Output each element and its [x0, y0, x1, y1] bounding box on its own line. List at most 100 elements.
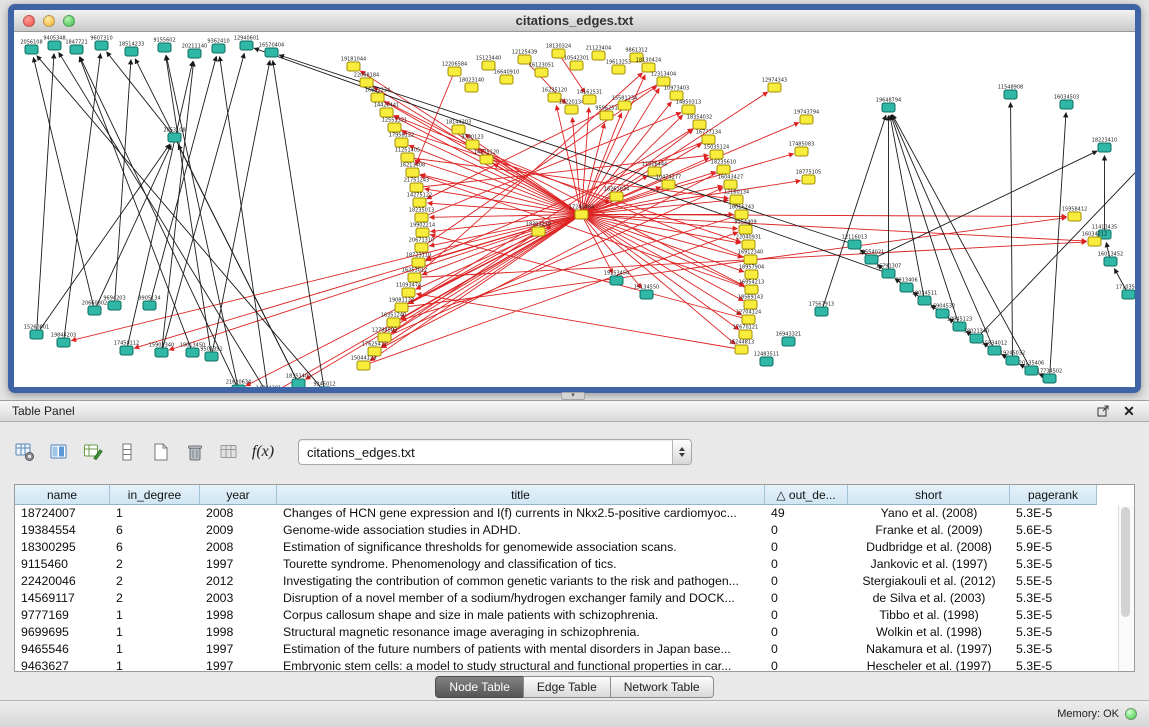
column-header-name[interactable]: name: [15, 485, 110, 505]
graph-node[interactable]: [88, 306, 101, 315]
window-titlebar[interactable]: citations_edges.txt: [14, 10, 1135, 32]
graph-node[interactable]: [240, 41, 253, 50]
graph-node[interactable]: [724, 180, 737, 189]
graph-node[interactable]: [583, 95, 596, 104]
graph-node[interactable]: [735, 345, 748, 354]
graph-node[interactable]: [745, 285, 758, 294]
graph-node[interactable]: [1098, 143, 1111, 152]
graph-node[interactable]: [95, 41, 108, 50]
graph-node[interactable]: [158, 43, 171, 52]
trash-icon[interactable]: [182, 439, 208, 465]
graph-node[interactable]: [465, 83, 478, 92]
graph-node[interactable]: [710, 150, 723, 159]
table-row[interactable]: 1830029562008Estimation of significance …: [15, 539, 1134, 556]
graph-node[interactable]: [406, 168, 419, 177]
graph-node[interactable]: [413, 198, 426, 207]
graph-node[interactable]: [575, 210, 588, 219]
table-row[interactable]: 1938455462009Genome-wide association stu…: [15, 522, 1134, 539]
graph-node[interactable]: [360, 78, 373, 87]
graph-node[interactable]: [1104, 257, 1117, 266]
split-divider-handle[interactable]: ▾: [561, 392, 585, 400]
column-header-pagerank[interactable]: pagerank: [1010, 485, 1097, 505]
graph-node[interactable]: [1088, 237, 1101, 246]
column-header-short[interactable]: short: [848, 485, 1010, 505]
table-row[interactable]: 946362711997Embryonic stem cells: a mode…: [15, 658, 1134, 672]
graph-node[interactable]: [371, 93, 384, 102]
graph-node[interactable]: [168, 133, 181, 142]
graph-node[interactable]: [742, 240, 755, 249]
graph-node[interactable]: [782, 337, 795, 346]
graph-node[interactable]: [188, 49, 201, 58]
column-header-title[interactable]: title: [277, 485, 765, 505]
graph-node[interactable]: [25, 45, 38, 54]
fx-icon[interactable]: f(x): [250, 439, 276, 465]
graph-node[interactable]: [882, 269, 895, 278]
column-header-out_de[interactable]: △ out_de...: [765, 485, 848, 505]
graph-node[interactable]: [662, 180, 675, 189]
table-row[interactable]: 911546021997Tourette syndrome. Phenomeno…: [15, 556, 1134, 573]
graph-node[interactable]: [760, 357, 773, 366]
tab-edge-table[interactable]: Edge Table: [523, 676, 611, 698]
minimize-window-icon[interactable]: [43, 15, 55, 27]
graph-node[interactable]: [402, 288, 415, 297]
graph-node[interactable]: [535, 68, 548, 77]
float-panel-icon[interactable]: [1095, 403, 1111, 419]
graph-node[interactable]: [815, 307, 828, 316]
graph-node[interactable]: [768, 83, 781, 92]
rows-icon[interactable]: [114, 439, 140, 465]
graph-node[interactable]: [155, 348, 168, 357]
graph-node[interactable]: [592, 51, 605, 60]
column-header-in_degree[interactable]: in_degree: [110, 485, 200, 505]
graph-node[interactable]: [610, 192, 623, 201]
column-header-year[interactable]: year: [200, 485, 277, 505]
table-select-combobox[interactable]: citations_edges.txt: [298, 439, 692, 465]
graph-node[interactable]: [415, 213, 428, 222]
graph-node[interactable]: [415, 243, 428, 252]
close-panel-icon[interactable]: ✕: [1121, 403, 1137, 419]
new-document-icon[interactable]: [148, 439, 174, 465]
scrollbar-thumb[interactable]: [1121, 507, 1130, 617]
graph-node[interactable]: [610, 276, 623, 285]
table-row[interactable]: 969969511998Structural magnetic resonanc…: [15, 624, 1134, 641]
graph-node[interactable]: [212, 44, 225, 53]
graph-node[interactable]: [48, 41, 61, 50]
graph-node[interactable]: [745, 270, 758, 279]
graph-node[interactable]: [1043, 374, 1056, 383]
network-canvas[interactable]: 2056108940534818477219607310185142339155…: [14, 32, 1135, 387]
graph-node[interactable]: [600, 111, 613, 120]
close-window-icon[interactable]: [23, 15, 35, 27]
graph-node[interactable]: [108, 301, 121, 310]
graph-node[interactable]: [1060, 100, 1073, 109]
graph-node[interactable]: [30, 330, 43, 339]
graph-node[interactable]: [357, 361, 370, 370]
graph-node[interactable]: [500, 75, 513, 84]
graph-node[interactable]: [795, 147, 808, 156]
graph-node[interactable]: [143, 301, 156, 310]
graph-node[interactable]: [612, 65, 625, 74]
graph-node[interactable]: [205, 352, 218, 361]
graph-node[interactable]: [570, 61, 583, 70]
edit-table-icon[interactable]: [80, 439, 106, 465]
graph-node[interactable]: [702, 135, 715, 144]
graph-node[interactable]: [387, 318, 400, 327]
graph-node[interactable]: [730, 195, 743, 204]
zoom-window-icon[interactable]: [63, 15, 75, 27]
graph-node[interactable]: [565, 105, 578, 114]
network-svg[interactable]: 2056108940534818477219607310185142339155…: [14, 32, 1135, 387]
graph-node[interactable]: [744, 255, 757, 264]
show-columns-icon[interactable]: [46, 439, 72, 465]
graph-node[interactable]: [739, 225, 752, 234]
table-row[interactable]: 1872400712008Changes of HCN gene express…: [15, 505, 1134, 522]
graph-node[interactable]: [412, 258, 425, 267]
combobox-stepper-icon[interactable]: [672, 440, 691, 464]
graph-node[interactable]: [186, 348, 199, 357]
graph-node[interactable]: [410, 183, 423, 192]
graph-node[interactable]: [800, 115, 813, 124]
tab-network-table[interactable]: Network Table: [610, 676, 714, 698]
tab-node-table[interactable]: Node Table: [435, 676, 524, 698]
graph-node[interactable]: [125, 47, 138, 56]
graph-node[interactable]: [742, 315, 755, 324]
graph-node[interactable]: [1004, 90, 1017, 99]
table-row[interactable]: 2242004622012Investigating the contribut…: [15, 573, 1134, 590]
graph-node[interactable]: [265, 48, 278, 57]
